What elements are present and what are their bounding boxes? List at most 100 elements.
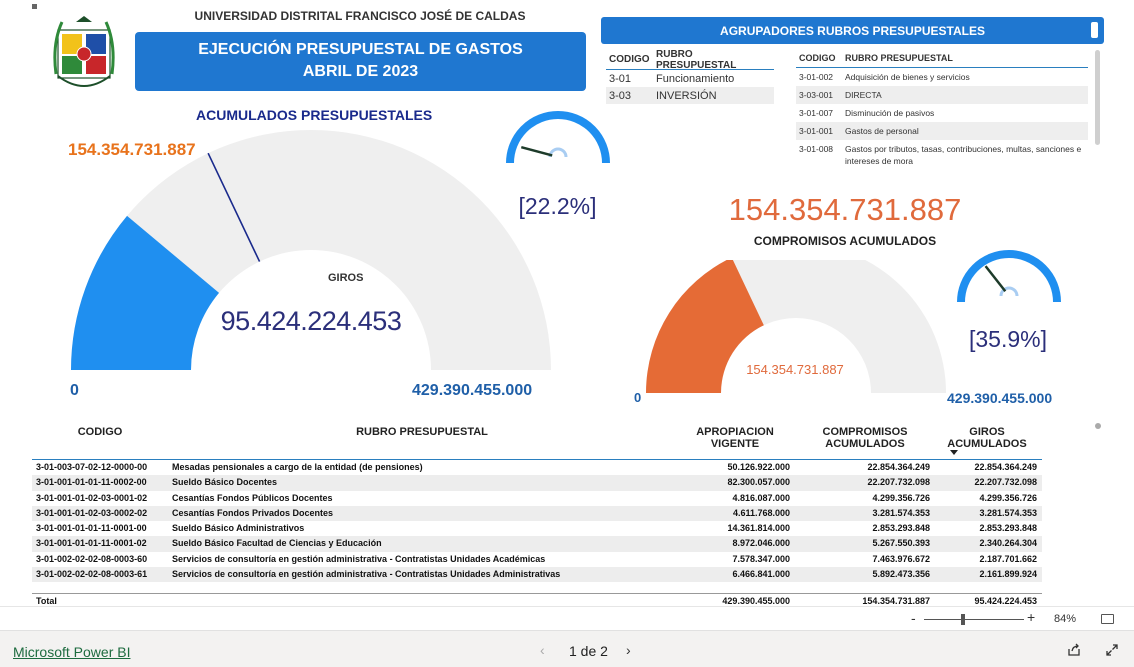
- giros-label: GIROS: [328, 272, 364, 284]
- col-giro-header[interactable]: GIROS ACUMULADOS: [932, 426, 1042, 450]
- sort-descending-icon[interactable]: [950, 450, 958, 455]
- commitments-max-label: 429.390.455.000: [947, 390, 1053, 406]
- summary-row-code: 3-01: [609, 72, 632, 85]
- row-apr: 4.816.087.000: [732, 492, 790, 503]
- agrupadores-header: AGRUPADORES RUBROS PRESUPUESTALES: [601, 17, 1104, 44]
- agrupadores-header-scroll-handle[interactable]: [1091, 22, 1098, 38]
- detail-row-name: Gastos de personal: [845, 126, 919, 136]
- row-code: 3-01-001-01-01-11-0001-00: [36, 523, 147, 534]
- table-row[interactable]: 3-01-002-02-02-08-0003-60 Servicios de co…: [32, 552, 1042, 567]
- summary-row-name: Funcionamiento: [656, 72, 735, 85]
- report-page: UNIVERSIDAD DISTRITAL FRANCISCO JOSÉ DE …: [0, 0, 1134, 667]
- zoom-slider-track[interactable]: [924, 619, 1024, 620]
- summary-row[interactable]: 3-01 Funcionamiento: [606, 70, 774, 87]
- detail-row[interactable]: 3-01-002 Adquisición de bienes y servicio…: [796, 68, 1088, 86]
- zoom-level: 84%: [1054, 613, 1077, 625]
- commitments-percent-needle: [984, 265, 1007, 293]
- table-row[interactable]: 3-01-003-07-02-12-0000-00 Mesadas pension…: [32, 460, 1042, 475]
- table-row[interactable]: 3-01-001-01-01-11-0001-02 Sueldo Básico F…: [32, 536, 1042, 552]
- row-name: Servicios de consultoría en gestión admi…: [172, 553, 546, 564]
- row-giro: 2.161.899.924: [979, 569, 1037, 580]
- accumulated-max-label: 429.390.455.000: [412, 382, 533, 399]
- giros-percent-gauge[interactable]: [494, 93, 622, 173]
- zoom-slider-thumb[interactable]: [961, 614, 965, 625]
- giros-percent-arc: [506, 111, 610, 164]
- report-title-line1: EJECUCIÓN PRESUPUESTAL DE GASTOS: [198, 41, 523, 58]
- fit-to-page-icon[interactable]: [1101, 614, 1114, 624]
- row-apr: 82.300.057.000: [727, 477, 790, 488]
- agrupadores-scrollbar[interactable]: [1095, 50, 1100, 145]
- col-giro-header-line1: GIROS: [969, 426, 1005, 438]
- table-row[interactable]: 3-01-002-02-02-08-0003-61 Servicios de co…: [32, 567, 1042, 583]
- agrupadores-detail-table: CODIGO RUBRO PRESUPUESTAL 3-01-002 Adquis…: [796, 48, 1088, 168]
- detail-row-name: Adquisición de bienes y servicios: [845, 72, 970, 82]
- table-row[interactable]: 3-01-001-01-01-11-0002-00 Sueldo Básico D…: [32, 475, 1042, 491]
- col-comp-header[interactable]: COMPROMISOS ACUMULADOS: [802, 426, 928, 450]
- zoom-out-button[interactable]: -: [911, 610, 916, 626]
- agrupadores-detail-viewport: CODIGO RUBRO PRESUPUESTAL 3-01-002 Adquis…: [796, 48, 1088, 168]
- commitments-gauge[interactable]: [636, 260, 956, 400]
- detail-table-header: CODIGO RUBRO PRESUPUESTAL: [796, 48, 1088, 68]
- detail-row[interactable]: 3-03-001 DIRECTA: [796, 86, 1088, 104]
- row-name: Servicios de consultoría en gestión admi…: [172, 569, 561, 580]
- more-options-handle[interactable]: [32, 4, 37, 9]
- col-comp-header-line2: ACUMULADOS: [825, 438, 905, 450]
- budget-table-body[interactable]: 3-01-003-07-02-12-0000-00 Mesadas pension…: [32, 460, 1042, 593]
- row-comp: 5.892.473.356: [872, 569, 930, 580]
- col-name-header[interactable]: RUBRO PRESUPUESTAL: [312, 426, 532, 438]
- row-comp: 3.281.574.353: [872, 507, 930, 518]
- row-code: 3-01-001-01-01-11-0002-00: [36, 477, 147, 488]
- col-apr-header-line1: APROPIACION: [696, 426, 774, 438]
- commitments-percent-arc: [957, 250, 1061, 303]
- row-code: 3-01-001-01-02-03-0002-02: [36, 507, 148, 518]
- row-giro: 3.281.574.353: [979, 507, 1037, 518]
- zoom-in-button[interactable]: +: [1027, 609, 1035, 625]
- university-name: UNIVERSIDAD DISTRITAL FRANCISCO JOSÉ DE …: [194, 9, 526, 23]
- accumulated-gauge[interactable]: [66, 125, 556, 385]
- giros-percent-label: [22.2%]: [518, 193, 597, 219]
- detail-col-name[interactable]: RUBRO PRESUPUESTAL: [842, 53, 1088, 63]
- col-comp-header-line1: COMPROMISOS: [822, 426, 908, 438]
- row-giro: 22.854.364.249: [974, 462, 1037, 472]
- summary-row-name: INVERSIÓN: [656, 89, 717, 102]
- previous-page-button[interactable]: ‹: [540, 642, 545, 658]
- table-row[interactable]: 3-01-001-01-01-11-0001-00 Sueldo Básico A…: [32, 521, 1042, 536]
- accumulated-target-label: 154.354.731.887: [68, 140, 196, 159]
- powerbi-footer: Microsoft Power BI ‹ 1 de 2 ›: [0, 630, 1134, 667]
- summary-row[interactable]: 3-03 INVERSIÓN: [606, 87, 774, 104]
- col-code-header[interactable]: CODIGO: [52, 426, 148, 438]
- row-comp: 2.853.293.848: [872, 523, 930, 534]
- next-page-button[interactable]: ›: [626, 642, 631, 658]
- agrupadores-summary-table: CODIGO RUBRO PRESUPUESTAL 3-01 Funcionami…: [606, 49, 774, 104]
- zoom-toolbar: - + 84%: [0, 606, 1134, 630]
- summary-col-code[interactable]: CODIGO: [606, 54, 652, 65]
- table-row[interactable]: 3-01-001-01-02-03-0002-02 Cesantías Fondo…: [32, 505, 1042, 522]
- university-logo: [53, 16, 115, 87]
- giros-percent-hub: [548, 147, 568, 158]
- detail-row[interactable]: 3-01-008 Gastos por tributos, tasas, cont…: [796, 140, 1088, 168]
- row-apr: 8.972.046.000: [732, 538, 790, 549]
- detail-row[interactable]: 3-01-007 Disminución de pasivos: [796, 104, 1088, 122]
- row-apr: 7.578.347.000: [732, 553, 790, 564]
- share-icon[interactable]: [1067, 643, 1081, 657]
- col-apr-header[interactable]: APROPIACION VIGENTE: [672, 426, 798, 450]
- commitments-min-label: 0: [634, 390, 642, 405]
- row-comp: 4.299.356.726: [872, 492, 930, 503]
- page-indicator: 1 de 2: [569, 643, 608, 659]
- fullscreen-icon[interactable]: [1105, 643, 1119, 657]
- row-name: Sueldo Básico Facultad de Ciencias y Edu…: [172, 538, 382, 549]
- report-title: EJECUCIÓN PRESUPUESTAL DE GASTOS ABRIL D…: [135, 32, 586, 91]
- budget-table-total-row: Total 429.390.455.000 154.354.731.887 95…: [32, 593, 1042, 607]
- detail-row-code: 3-03-001: [799, 90, 834, 100]
- commitments-center-value: 154.354.731.887: [746, 362, 844, 377]
- detail-col-code[interactable]: CODIGO: [796, 53, 842, 63]
- visual-handle-dot[interactable]: [1095, 423, 1101, 429]
- commitments-percent-gauge[interactable]: [945, 232, 1073, 312]
- powerbi-link[interactable]: Microsoft Power BI: [13, 644, 130, 660]
- detail-row[interactable]: 3-01-001 Gastos de personal: [796, 122, 1088, 140]
- table-row[interactable]: 3-01-001-01-02-03-0001-02 Cesantías Fondo…: [32, 491, 1042, 506]
- commitments-value: 154.354.731.887: [728, 192, 962, 227]
- summary-col-name[interactable]: RUBRO PRESUPUESTAL: [652, 49, 774, 71]
- giros-value: 95.424.224.453: [220, 306, 402, 336]
- row-comp: 7.463.976.672: [872, 553, 930, 564]
